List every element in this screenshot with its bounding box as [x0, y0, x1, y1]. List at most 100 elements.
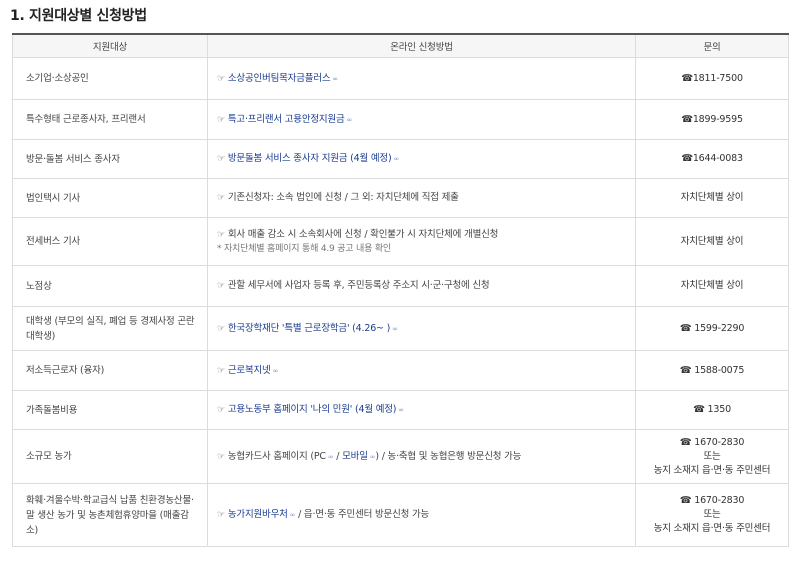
contact-cell: 자치단체별 상이 — [635, 265, 789, 307]
target-cell: 저소득근로자 (융자) — [12, 350, 208, 391]
method-text: / 읍·면·동 주민센터 방문신청 가능 — [295, 509, 430, 520]
contact-line: 농지 소재지 읍·면·동 주민센터 — [653, 523, 771, 534]
method-link[interactable]: 근로복지넷 ∞ — [227, 364, 279, 376]
contact-cell: ☎1811-7500 — [635, 57, 789, 100]
method-link[interactable]: 소상공인버팀목자금플러스 ∞ — [228, 73, 338, 84]
method-cell: ☞ 소상공인버팀목자금플러스 ∞ — [207, 57, 636, 100]
contact-cell: ☎ 1670-2830 또는농지 소재지 읍·면·동 주민센터 — [635, 483, 789, 547]
method-link[interactable]: 특고·프리랜서 고용안정지원금 ∞ — [227, 113, 353, 125]
method-text: 기존신청자: 소속 법인에 신청 / 그 외: 자치단체에 직접 제출 — [227, 192, 459, 203]
header-contact: 문의 — [635, 33, 789, 58]
method-note: * 자치단체별 홈페이지 통해 4.9 공고 내용 확인 — [217, 243, 391, 254]
contact-cell: 자치단체별 상이 — [635, 217, 789, 266]
pointer-icon: ☞ — [217, 154, 225, 164]
table-row: 전세버스 기사 ☞ 회사 매출 감소 시 소속회사에 신청 / 확인불가 시 자치단… — [12, 217, 789, 266]
table-row: 소기업·소상공인 ☞ 소상공인버팀목자금플러스 ∞ ☎1811-7500 — [12, 57, 789, 100]
contact-cell: ☎ 1670-2830 또는농지 소재지 읍·면·동 주민센터 — [635, 429, 789, 484]
table-row: 가족돌봄비용 ☞ 고용노동부 홈페이지 '나의 민원' (4월 예정) ∞ ☎ 1350 — [12, 390, 789, 430]
target-cell: 노점상 — [12, 265, 208, 307]
pointer-icon: ☞ — [217, 73, 225, 84]
table-header-row: 지원대상 온라인 신청방법 문의 — [12, 33, 789, 58]
method-text: ) / 농·축협 및 농협은행 방문신청 가능 — [375, 450, 522, 462]
table-row: 화훼·겨울수박·학교급식 납품 친환경농산물·말 생산 농가 및 농촌체험휴양마… — [12, 483, 789, 547]
method-link-label: 모바일 — [342, 450, 368, 462]
method-link[interactable]: 모바일 ∞ — [342, 451, 375, 462]
method-link-label: 특고·프리랜서 고용안정지원금 — [227, 113, 345, 125]
contact-cell: 자치단체별 상이 — [635, 178, 789, 218]
method-text: 농협카드사 홈페이지 (PC — [227, 450, 326, 462]
target-cell: 소기업·소상공인 — [12, 57, 208, 100]
contact-cell: ☎ 1599-2290 — [635, 306, 789, 351]
contact-line: 농지 소재지 읍·면·동 주민센터 — [653, 464, 771, 476]
pointer-icon: ☞ — [217, 510, 225, 520]
method-cell: ☞ 농가지원바우처 ∞ / 읍·면·동 주민센터 방문신청 가능 — [207, 483, 636, 547]
target-cell: 대학생 (부모의 실직, 폐업 등 경제사정 곤란 대학생) — [12, 306, 208, 351]
method-cell: ☞ 기존신청자: 소속 법인에 신청 / 그 외: 자치단체에 직접 제출 — [207, 178, 636, 218]
method-link-label: 농가지원바우처 — [227, 509, 288, 520]
contact-cell: ☎1899-9595 — [635, 99, 789, 140]
table-row: 대학생 (부모의 실직, 폐업 등 경제사정 곤란 대학생) ☞ 한국장학재단 '특… — [12, 306, 789, 351]
method-link-label: 한국장학재단 '특별 근로장학금' (4.26~ ) — [227, 322, 391, 334]
contact-line: ☎1811-7500 — [681, 72, 743, 84]
contact-line: 자치단체별 상이 — [680, 192, 744, 203]
target-cell: 가족돌봄비용 — [12, 390, 208, 430]
table-row: 소규모 농가 ☞ 농협카드사 홈페이지 (PC ∞ / 모바일 ∞) / 농·축협 및 … — [12, 429, 789, 484]
link-icon: ∞ — [332, 74, 338, 83]
table-row: 노점상 ☞ 관할 세무서에 사업자 등록 후, 주민등록상 주소지 시·군·구청에 … — [12, 265, 789, 307]
target-cell: 소규모 농가 — [12, 429, 208, 484]
table-row: 법인택시 기사 ☞ 기존신청자: 소속 법인에 신청 / 그 외: 자치단체에 직접… — [12, 178, 789, 218]
pointer-icon: ☞ — [217, 405, 225, 415]
method-text: 관할 세무서에 사업자 등록 후, 주민등록상 주소지 시·군·구청에 신청 — [227, 280, 490, 291]
pointer-icon: ☞ — [217, 193, 225, 203]
link-icon: ∞ — [346, 115, 353, 124]
contact-line: ☎ 1670-2830 — [679, 495, 745, 506]
link-icon: ∞ — [393, 155, 400, 163]
method-link-label: 근로복지넷 — [227, 364, 271, 376]
support-table: 지원대상 온라인 신청방법 문의 소기업·소상공인 ☞ 소상공인버팀목자금플러스 ∞ ☎… — [12, 33, 789, 547]
method-link-label: 소상공인버팀목자금플러스 — [227, 72, 331, 84]
pointer-icon: ☞ — [217, 114, 225, 125]
page-title: 1. 지원대상별 신청방법 — [10, 8, 147, 24]
target-cell: 화훼·겨울수박·학교급식 납품 친환경농산물·말 생산 농가 및 농촌체험휴양마… — [12, 483, 208, 547]
contact-cell: ☎1644-0083 — [635, 139, 789, 179]
method-link-label: 방문돌봄 서비스 종사자 지원금 (4월 예정) — [227, 153, 392, 164]
target-cell: 법인택시 기사 — [12, 178, 208, 218]
method-text: / — [333, 450, 343, 462]
pointer-icon: ☞ — [217, 323, 225, 334]
table-row: 특수형태 근로종사자, 프리랜서 ☞ 특고·프리랜서 고용안정지원금 ∞ ☎1899-9… — [12, 99, 789, 140]
method-link-label: 고용노동부 홈페이지 '나의 민원' (4월 예정) — [227, 404, 397, 415]
target-cell: 방문·돌봄 서비스 종사자 — [12, 139, 208, 179]
header-method: 온라인 신청방법 — [207, 33, 636, 58]
link-icon: ∞ — [272, 366, 279, 375]
method-cell: ☞ 방문돌봄 서비스 종사자 지원금 (4월 예정) ∞ — [207, 139, 636, 179]
header-target: 지원대상 — [12, 33, 208, 58]
method-cell: ☞ 회사 매출 감소 시 소속회사에 신청 / 확인불가 시 자치단체에 개별신청… — [207, 217, 636, 266]
link-icon: ∞ — [398, 406, 404, 414]
pointer-icon: ☞ — [217, 281, 225, 291]
contact-line: ☎ 1588-0075 — [679, 364, 745, 376]
method-cell: ☞ 고용노동부 홈페이지 '나의 민원' (4월 예정) ∞ — [207, 390, 636, 430]
method-cell: ☞ 특고·프리랜서 고용안정지원금 ∞ — [207, 99, 636, 140]
contact-cell: ☎ 1350 — [635, 390, 789, 430]
method-cell: ☞ 근로복지넷 ∞ — [207, 350, 636, 391]
target-cell: 전세버스 기사 — [12, 217, 208, 266]
table-row: 방문·돌봄 서비스 종사자 ☞ 방문돌봄 서비스 종사자 지원금 (4월 예정) ∞ ☎… — [12, 139, 789, 179]
contact-cell: ☎ 1588-0075 — [635, 350, 789, 391]
pointer-icon: ☞ — [217, 229, 225, 240]
contact-line: 또는 — [703, 509, 721, 520]
contact-line: 또는 — [703, 450, 721, 462]
contact-line: ☎ 1670-2830 — [679, 436, 745, 448]
contact-line: ☎1899-9595 — [681, 113, 743, 125]
table-row: 저소득근로자 (융자) ☞ 근로복지넷 ∞ ☎ 1588-0075 — [12, 350, 789, 391]
method-link[interactable]: 방문돌봄 서비스 종사자 지원금 (4월 예정) ∞ — [228, 153, 399, 164]
contact-line: ☎ 1350 — [693, 404, 731, 415]
method-cell: ☞ 농협카드사 홈페이지 (PC ∞ / 모바일 ∞) / 농·축협 및 농협은행 방… — [207, 429, 636, 484]
contact-line: ☎1644-0083 — [681, 153, 743, 164]
method-link[interactable]: 고용노동부 홈페이지 '나의 민원' (4월 예정) ∞ — [228, 404, 404, 415]
method-link[interactable]: 한국장학재단 '특별 근로장학금' (4.26~ ) ∞ — [228, 323, 398, 334]
method-cell: ☞ 관할 세무서에 사업자 등록 후, 주민등록상 주소지 시·군·구청에 신청 — [207, 265, 636, 307]
contact-line: 자치단체별 상이 — [680, 235, 744, 247]
method-link[interactable]: 농가지원바우처 ∞ — [227, 509, 296, 520]
contact-line: ☎ 1599-2290 — [679, 322, 745, 334]
target-cell: 특수형태 근로종사자, 프리랜서 — [12, 99, 208, 140]
